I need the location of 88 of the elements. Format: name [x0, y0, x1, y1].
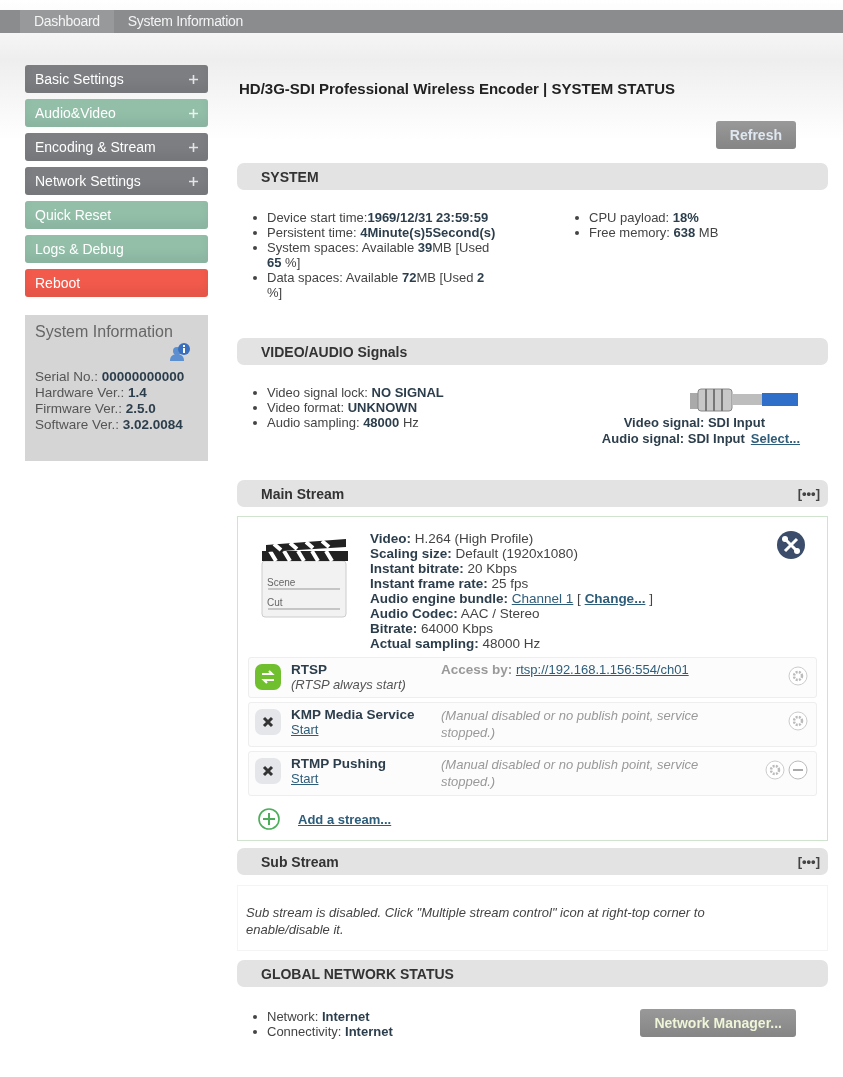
sidebar-item[interactable]: Reboot [25, 269, 208, 297]
settings-icon[interactable] [765, 760, 785, 780]
bullet [253, 391, 257, 395]
bullet [253, 216, 257, 220]
stream-name: KMP Media Service [291, 707, 416, 722]
info-line: Software Ver.: 3.02.0084 [35, 417, 184, 433]
detail-line: Actual sampling: 48000 Hz [370, 636, 542, 651]
close-icon[interactable] [255, 758, 281, 784]
bullet [253, 421, 257, 425]
list-item: Data spaces: Available 72MB [Used 2 %] [267, 270, 486, 300]
clapperboard-drawing: Scene Cut [260, 539, 350, 619]
panel-title: System Information [35, 323, 174, 341]
section-title: GLOBAL NETWORK STATUS [261, 965, 454, 982]
list-item: Audio sampling: 48000 Hz [267, 415, 419, 430]
section-title: VIDEO/AUDIO Signals [261, 343, 408, 360]
bullet [253, 246, 257, 250]
close-icon[interactable] [255, 709, 281, 735]
bullet [253, 406, 257, 410]
minus-icon[interactable] [788, 760, 808, 780]
section-title: Sub Stream [261, 853, 339, 870]
info-line: Serial No.: 00000000000 [35, 369, 186, 385]
plus-icon [189, 176, 198, 186]
page-title: HD/3G-SDI Professional Wireless Encoder | SYSTEM STATUS [239, 80, 677, 97]
bracket: ] [649, 591, 653, 606]
list-item: Connectivity: Internet [267, 1024, 393, 1039]
bullet [575, 231, 579, 235]
video-signal-text: Video signal: SDI Input [623, 415, 765, 431]
stream-name: RTMP Pushing [291, 756, 387, 771]
plus-icon [189, 108, 198, 118]
channel-link[interactable]: Channel 1 [511, 591, 574, 606]
tab[interactable]: Dashboard [20, 10, 114, 33]
stream-note: (RTSP always start) [291, 677, 407, 692]
stream-name: RTSP [291, 662, 328, 677]
bullet [253, 276, 257, 280]
stream-url-link[interactable]: rtsp://192.168.1.156:554/ch01 [515, 662, 689, 677]
sub-stream-message: Sub stream is disabled. Click "Multiple stream control" icon at right-top corner to enable/disable it. [237, 885, 828, 951]
list-item: Video signal lock: NO SIGNAL [267, 385, 444, 400]
sidebar-item[interactable]: Basic Settings [25, 65, 208, 93]
menu-button[interactable]: [•••] [797, 854, 820, 869]
list-item: Device start time:1969/12/31 23:59:59 [267, 210, 489, 225]
menu-button[interactable]: [•••] [797, 486, 820, 501]
list-item: System spaces: Available 39MB [Used 65 %] [267, 240, 491, 270]
tab[interactable]: System Information [113, 10, 257, 33]
add-stream-link[interactable]: Add a stream... [298, 811, 392, 827]
detail-line: Instant frame rate: 25 fps [370, 576, 530, 591]
bracket: [ [577, 591, 581, 606]
tools-icon[interactable] [777, 531, 805, 559]
detail-line: Scaling size: Default (1920x1080) [370, 546, 579, 561]
detail-line: Audio Codec: AAC / Stereo [370, 606, 541, 621]
detail-label: Audio engine bundle: [370, 591, 508, 606]
change-link[interactable]: Change... [584, 591, 646, 606]
network-manager-button[interactable]: Network Manager... [640, 1009, 796, 1037]
plus-icon[interactable] [258, 808, 280, 830]
plus-icon [189, 74, 198, 84]
list-item: Free memory: 638 MB [589, 225, 719, 240]
info-line: Hardware Ver.: 1.4 [35, 385, 148, 401]
section-title: Main Stream [261, 485, 345, 502]
bullet [253, 1030, 257, 1034]
settings-icon[interactable] [788, 666, 808, 686]
audio-signal-text: Audio signal: SDI Input [601, 431, 745, 447]
settings-icon[interactable] [788, 711, 808, 731]
bullet [575, 216, 579, 220]
sidebar-item[interactable]: Network Settings [25, 167, 208, 195]
detail-line: Video: H.264 (High Profile) [370, 531, 535, 546]
sidebar-item[interactable]: Audio&Video [25, 99, 208, 127]
stream-message: (Manual disabled or no publish point, service stopped.) [441, 756, 700, 790]
stream-message: (Manual disabled or no publish point, service stopped.) [441, 707, 700, 741]
bullet [253, 1015, 257, 1019]
sidebar-item[interactable]: Logs & Debug [25, 235, 208, 263]
sidebar-item[interactable]: Encoding & Stream [25, 133, 208, 161]
start-link[interactable]: Start [291, 771, 441, 786]
info-line: Firmware Ver.: 2.5.0 [35, 401, 157, 417]
sidebar-item[interactable]: Quick Reset [25, 201, 208, 229]
list-item: Network: Internet [267, 1009, 370, 1024]
refresh-button[interactable]: Refresh [715, 121, 796, 149]
section-title: SYSTEM [261, 168, 319, 185]
list-item: Video format: UNKNOWN [267, 400, 418, 415]
start-link[interactable]: Start [291, 722, 441, 737]
detail-line: Instant bitrate: 20 Kbps [370, 561, 519, 576]
select-link[interactable]: Select... [750, 431, 800, 447]
arrows-icon[interactable] [255, 664, 281, 690]
list-item: CPU payload: 18% [589, 210, 699, 225]
bullet [253, 231, 257, 235]
list-item: Persistent time: 4Minute(s)5Second(s) [267, 225, 496, 240]
user-info-icon [170, 343, 190, 361]
detail-line: Bitrate: 64000 Kbps [370, 621, 495, 636]
access-label: Access by: [441, 662, 513, 677]
plus-icon [189, 142, 198, 152]
